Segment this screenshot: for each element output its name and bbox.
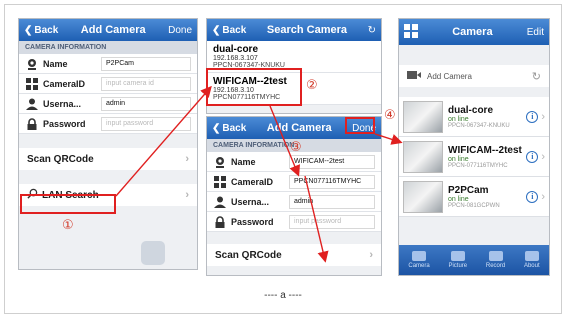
info-icon[interactable]: i [526, 190, 539, 203]
nav-bar: ❮ Back Search Camera ↻ [207, 19, 381, 41]
app-icon [141, 241, 165, 265]
nav-title: Add Camera [266, 122, 332, 134]
chevron-right-icon: › [185, 189, 189, 201]
highlight-wificam [206, 68, 302, 106]
tab-record[interactable]: Record [486, 251, 505, 269]
scan-qrcode-button[interactable]: Scan QRCode › [207, 244, 381, 266]
camera-id-field[interactable]: PPCN077116TMYHC [289, 174, 375, 189]
nav-title: Add Camera [80, 24, 146, 36]
list-item[interactable]: WIFICAM--2test on line PPCN-077116TMYHC … [399, 137, 549, 177]
password-row: Password input password [19, 114, 197, 134]
about-icon [524, 251, 539, 261]
tab-bar: Camera Picture Record About [399, 245, 549, 275]
nav-title: Camera [452, 26, 493, 38]
name-row: Name WIFICAM--2test [207, 152, 381, 172]
camera-thumbnail [403, 180, 443, 213]
list-item[interactable]: dual-core on line PPCN-067347-KNUKU i › [399, 97, 549, 137]
grid-icon [213, 175, 227, 189]
chevron-right-icon: › [541, 190, 545, 203]
camera-icon [412, 251, 427, 261]
user-icon [213, 195, 227, 209]
chevron-right-icon: › [541, 150, 545, 163]
back-button[interactable]: ❮ Back [212, 123, 246, 134]
chevron-right-icon: › [369, 249, 373, 261]
chevron-right-icon: › [541, 110, 545, 123]
scan-qrcode-button[interactable]: Scan QRCode › [19, 148, 197, 170]
password-field[interactable]: input password [101, 116, 191, 131]
name-field[interactable]: P2PCam [101, 56, 191, 71]
nav-title: Search Camera [266, 24, 347, 36]
nav-bar: ❮ Back Add Camera Done [19, 19, 197, 41]
chevron-left-icon: ❮ [24, 24, 33, 36]
camera-id-row: CameraID PPCN077116TMYHC [207, 172, 381, 192]
highlight-lan-search [20, 194, 116, 214]
camera-list-screen: Camera Edit Add Camera ↻ dual-core on li… [398, 18, 550, 276]
username-field[interactable]: admin [101, 96, 191, 111]
username-row: Userna... admin [19, 94, 197, 114]
done-button[interactable]: Done [168, 25, 192, 36]
username-row: Userna... admin [207, 192, 381, 212]
chevron-right-icon: › [185, 153, 189, 165]
nav-bar: Camera Edit [399, 19, 549, 45]
camera-icon [25, 57, 39, 71]
password-field[interactable]: input password [289, 214, 375, 229]
back-button[interactable]: ❮ Back [212, 25, 246, 36]
grid-icon [25, 77, 39, 91]
lock-icon [213, 215, 227, 229]
name-field[interactable]: WIFICAM--2test [289, 154, 375, 169]
lock-icon [25, 117, 39, 131]
chevron-left-icon: ❮ [212, 122, 221, 134]
camera-icon [213, 155, 227, 169]
step-number-4: ④ [384, 108, 396, 123]
step-number-3: ③ [290, 140, 302, 155]
list-item[interactable]: P2PCam on line PPCN-081GCPWN i › [399, 177, 549, 217]
tab-picture[interactable]: Picture [448, 251, 467, 269]
info-icon[interactable]: i [526, 150, 539, 163]
grid-menu-icon[interactable] [404, 23, 418, 41]
section-header: CAMERA INFORMATION [19, 41, 197, 54]
back-button[interactable]: ❮ Back [24, 25, 58, 36]
name-row: Name P2PCam [19, 54, 197, 74]
camera-thumbnail [403, 140, 443, 173]
tab-about[interactable]: About [524, 251, 540, 269]
camera-id-field[interactable]: input camera id [101, 76, 191, 91]
username-field[interactable]: admin [289, 194, 375, 209]
user-icon [25, 97, 39, 111]
refresh-icon[interactable]: ↻ [532, 70, 541, 83]
chevron-left-icon: ❮ [212, 24, 221, 36]
edit-button[interactable]: Edit [527, 27, 544, 38]
record-icon [488, 251, 503, 261]
step-number-1: ① [62, 218, 74, 233]
camera-thumbnail [403, 100, 443, 133]
tab-camera[interactable]: Camera [408, 251, 430, 269]
add-camera-button[interactable]: Add Camera ↻ [399, 65, 549, 87]
camera-id-row: CameraID input camera id [19, 74, 197, 94]
add-camera-screen: ❮ Back Add Camera Done CAMERA INFORMATION… [18, 18, 198, 270]
step-number-2: ② [306, 78, 318, 93]
info-icon[interactable]: i [526, 110, 539, 123]
picture-icon [450, 251, 465, 261]
password-row: Password input password [207, 212, 381, 232]
figure-caption: ---- a ---- [264, 290, 302, 301]
highlight-done [345, 117, 375, 134]
refresh-icon[interactable]: ↻ [368, 25, 376, 36]
camera-add-icon [407, 70, 421, 82]
